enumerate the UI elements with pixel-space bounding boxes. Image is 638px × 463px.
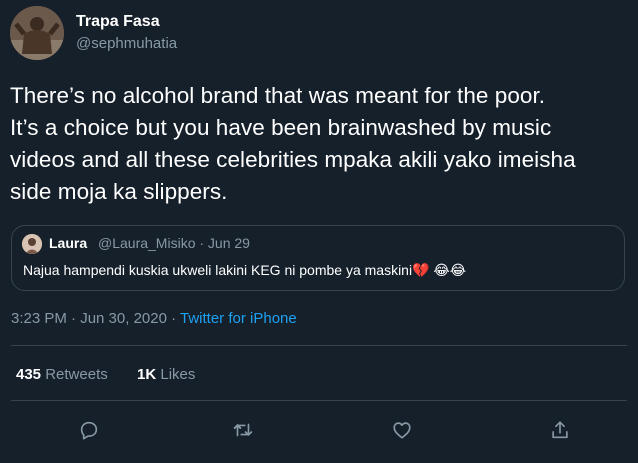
- share-icon[interactable]: [548, 418, 572, 442]
- action-bar: [0, 418, 638, 442]
- tweet-source-link[interactable]: Twitter for iPhone: [180, 310, 297, 327]
- quoted-author-name: Laura: [49, 235, 88, 251]
- author-name[interactable]: Trapa Fasa: [76, 13, 160, 31]
- retweets-count: 435: [16, 366, 42, 383]
- likes-count: 1K: [137, 366, 157, 383]
- tweet-meta: 3:23 PM · Jun 30, 2020 · Twitter for iPh…: [11, 310, 297, 327]
- retweets-stat[interactable]: 435 Retweets: [16, 366, 108, 383]
- author-avatar[interactable]: [10, 6, 64, 60]
- like-icon[interactable]: [390, 418, 414, 442]
- tweet-timestamp[interactable]: 3:23 PM · Jun 30, 2020 ·: [11, 310, 180, 327]
- quoted-avatar: [22, 234, 42, 254]
- retweet-icon[interactable]: [231, 418, 255, 442]
- quoted-text: Najua hampendi kuskia ukweli lakini KEG …: [23, 262, 467, 278]
- retweets-label: Retweets: [45, 366, 108, 383]
- quoted-handle-date: @Laura_Misiko · Jun 29: [98, 235, 250, 251]
- tweet-text: There’s no alcohol brand that was meant …: [10, 83, 576, 204]
- divider: [11, 345, 627, 346]
- divider: [11, 400, 627, 401]
- likes-label: Likes: [160, 366, 196, 383]
- likes-stat[interactable]: 1K Likes: [137, 366, 195, 383]
- reply-icon[interactable]: [77, 418, 101, 442]
- quoted-tweet[interactable]: Laura @Laura_Misiko · Jun 29 Najua hampe…: [11, 225, 625, 291]
- author-handle[interactable]: @sephmuhatia: [76, 35, 177, 52]
- tweet-card: Trapa Fasa @sephmuhatia There’s no alcoh…: [0, 0, 638, 463]
